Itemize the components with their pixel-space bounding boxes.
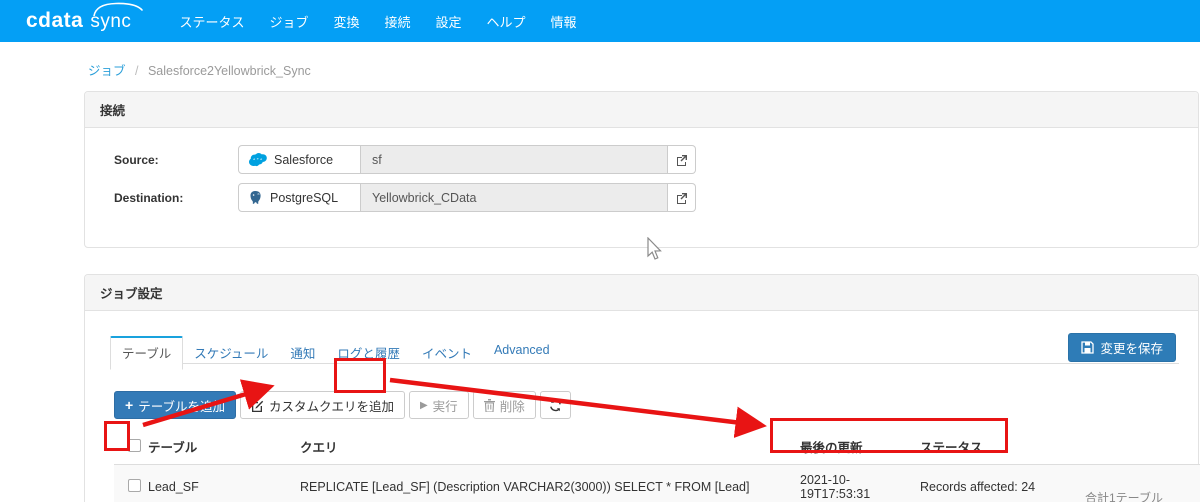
connections-panel: 接続 Source: Salesforce sf Destination: Po… xyxy=(84,91,1199,248)
postgresql-icon xyxy=(248,190,263,205)
destination-connector-field[interactable]: PostgreSQL xyxy=(238,183,361,212)
play-icon: ▶ xyxy=(419,399,428,411)
row-checkbox[interactable] xyxy=(128,479,141,492)
source-connection-value: sf xyxy=(361,145,668,174)
cell-table-name: Lead_SF xyxy=(148,464,300,502)
nav-item-help[interactable]: ヘルプ xyxy=(487,12,526,31)
source-connector-name: Salesforce xyxy=(274,152,334,167)
tables-list: テーブル クエリ 最後の更新 ステータス Lead_SF REPLICATE [… xyxy=(114,429,1200,502)
tables-header-row: テーブル クエリ 最後の更新 ステータス xyxy=(114,429,1200,465)
delete-label: 削除 xyxy=(499,399,525,414)
external-link-icon xyxy=(676,192,687,204)
refresh-icon xyxy=(549,399,562,412)
source-label: Source: xyxy=(114,152,159,167)
table-row[interactable]: Lead_SF REPLICATE [Lead_SF] (Description… xyxy=(114,464,1200,502)
column-header-query: クエリ xyxy=(300,429,800,465)
delete-button[interactable]: 削除 xyxy=(472,391,536,419)
save-changes-label: 変更を保存 xyxy=(1100,342,1163,356)
connections-panel-title: 接続 xyxy=(85,92,1198,128)
plus-icon: + xyxy=(125,397,134,413)
page-content: ジョブ / Salesforce2Yellowbrick_Sync 接続 Sou… xyxy=(0,42,1200,502)
salesforce-icon xyxy=(248,152,267,167)
connections-panel-body: Source: Salesforce sf Destination: Postg… xyxy=(85,128,1198,247)
source-open-button[interactable] xyxy=(668,145,696,174)
tab-logs-history[interactable]: ログと履歴 xyxy=(326,336,411,370)
save-icon xyxy=(1081,341,1095,354)
run-button[interactable]: ▶ 実行 xyxy=(408,391,469,419)
column-header-table: テーブル xyxy=(148,429,300,465)
add-custom-query-button[interactable]: カスタムクエリを追加 xyxy=(239,391,405,419)
breadcrumb-jobs-link[interactable]: ジョブ xyxy=(88,64,126,78)
tab-schedule[interactable]: スケジュール xyxy=(183,336,279,370)
tab-notifications[interactable]: 通知 xyxy=(279,336,326,370)
total-tables-label: 合計1テーブル xyxy=(1085,491,1163,502)
column-header-status: ステータス xyxy=(920,429,1200,465)
brand-cdata-text: cdata xyxy=(26,9,84,32)
add-custom-query-label: カスタムクエリを追加 xyxy=(268,399,394,414)
nav-item-transform[interactable]: 変換 xyxy=(333,12,359,31)
top-navigation-bar: cdata sync ステータス ジョブ 変換 接続 設定 ヘルプ 情報 xyxy=(0,0,1200,42)
tab-tables[interactable]: テーブル xyxy=(110,336,184,370)
tab-events[interactable]: イベント xyxy=(411,336,483,370)
destination-connection-value: Yellowbrick_CData xyxy=(361,183,668,212)
destination-row: Destination: PostgreSQL Yellowbrick_CDat xyxy=(114,183,1182,212)
tabs: テーブル スケジュール 通知 ログと履歴 イベント Advanced xyxy=(110,335,1179,370)
nav-item-status[interactable]: ステータス xyxy=(179,12,244,31)
destination-input-group: PostgreSQL Yellowbrick_CData xyxy=(238,183,696,212)
select-all-checkbox[interactable] xyxy=(128,438,141,452)
tabs-row: テーブル スケジュール 通知 ログと履歴 イベント Advanced 変更を保存 xyxy=(110,333,1179,370)
source-row: Source: Salesforce sf xyxy=(114,145,1182,174)
breadcrumb-separator: / xyxy=(135,64,139,78)
destination-connector-name: PostgreSQL xyxy=(270,190,339,205)
cell-query: REPLICATE [Lead_SF] (Description VARCHAR… xyxy=(300,464,800,502)
job-settings-body: テーブル スケジュール 通知 ログと履歴 イベント Advanced 変更を保存 xyxy=(85,311,1200,502)
nav-item-jobs[interactable]: ジョブ xyxy=(269,12,308,31)
destination-label: Destination: xyxy=(114,190,184,205)
nav-item-connections[interactable]: 接続 xyxy=(384,12,410,31)
nav-item-settings[interactable]: 設定 xyxy=(436,12,462,31)
breadcrumb-current-job: Salesforce2Yellowbrick_Sync xyxy=(147,64,311,78)
cdata-sync-logo[interactable]: cdata sync xyxy=(26,2,143,33)
column-header-last-update: 最後の更新 xyxy=(800,429,920,465)
table-toolbar: + テーブルを追加 カスタムクエリを追加 ▶ 実行 削除 xyxy=(114,391,1182,419)
external-link-icon xyxy=(676,154,687,166)
destination-open-button[interactable] xyxy=(668,183,696,212)
add-table-label: テーブルを追加 xyxy=(138,399,225,414)
save-changes-button[interactable]: 変更を保存 xyxy=(1068,333,1176,362)
refresh-button[interactable] xyxy=(539,391,571,419)
job-settings-panel-title: ジョブ設定 xyxy=(85,275,1198,311)
tab-advanced[interactable]: Advanced xyxy=(483,336,561,370)
brand-arc-icon xyxy=(93,2,143,16)
run-label: 実行 xyxy=(432,399,458,414)
cell-last-update: 2021-10-19T17:53:31 xyxy=(800,464,920,502)
trash-icon xyxy=(483,398,495,412)
source-input-group: Salesforce sf xyxy=(238,145,696,174)
add-table-button[interactable]: + テーブルを追加 xyxy=(114,391,236,419)
nav-menu: ステータス ジョブ 変換 接続 設定 ヘルプ 情報 xyxy=(179,12,601,31)
job-settings-panel: ジョブ設定 テーブル スケジュール 通知 ログと履歴 イベント Advanced xyxy=(84,274,1200,502)
breadcrumb: ジョブ / Salesforce2Yellowbrick_Sync xyxy=(88,60,1200,79)
nav-item-info[interactable]: 情報 xyxy=(551,12,577,31)
source-connector-field[interactable]: Salesforce xyxy=(238,145,361,174)
edit-icon xyxy=(251,399,264,412)
